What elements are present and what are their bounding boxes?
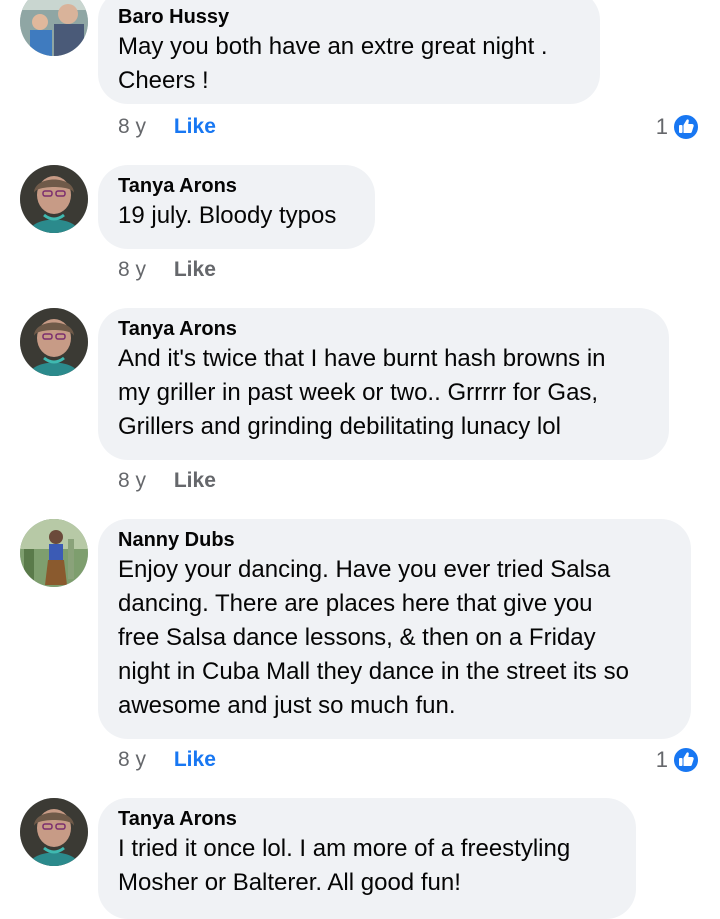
comment-author[interactable]: Baro Hussy xyxy=(118,4,580,30)
comment-time[interactable]: 8 y xyxy=(118,469,146,492)
avatar[interactable] xyxy=(20,308,88,376)
avatar[interactable] xyxy=(20,519,88,587)
person-photo-icon xyxy=(20,165,88,233)
thumbs-up-icon xyxy=(672,113,700,141)
avatar[interactable] xyxy=(20,0,88,56)
comment-meta: 8 y Like xyxy=(118,747,216,773)
person-photo-icon xyxy=(20,308,88,376)
comment-bubble: Tanya Arons 19 july. Bloody typos xyxy=(98,165,375,249)
comment-time[interactable]: 8 y xyxy=(118,748,146,771)
comment-bubble: Nanny Dubs Enjoy your dancing. Have you … xyxy=(98,519,691,739)
avatar[interactable] xyxy=(20,165,88,233)
like-button[interactable]: Like xyxy=(174,748,216,771)
comment-author[interactable]: Tanya Arons xyxy=(118,173,355,199)
comment-time[interactable]: 8 y xyxy=(118,258,146,281)
comment-bubble: Tanya Arons And it's twice that I have b… xyxy=(98,308,669,460)
comment-text: May you both have an extre great night .… xyxy=(118,33,548,94)
person-photo-icon xyxy=(20,519,88,587)
comment-meta: 8 y Like xyxy=(118,257,216,283)
reaction-summary[interactable]: 1 xyxy=(656,746,700,774)
comment-bubble: Tanya Arons I tried it once lol. I am mo… xyxy=(98,798,636,919)
avatar[interactable] xyxy=(20,798,88,866)
comment-text: 19 july. Bloody typos xyxy=(118,202,337,229)
comment-text: Enjoy your dancing. Have you ever tried … xyxy=(118,556,629,719)
comment-bubble: Baro Hussy May you both have an extre gr… xyxy=(98,0,600,104)
comment-author[interactable]: Tanya Arons xyxy=(118,806,616,832)
comment-time[interactable]: 8 y xyxy=(118,115,146,138)
reaction-count: 1 xyxy=(655,114,668,139)
comment-text: I tried it once lol. I am more of a free… xyxy=(118,835,571,896)
person-photo-icon xyxy=(20,798,88,866)
comment-text: And it's twice that I have burnt hash br… xyxy=(118,345,606,440)
reaction-count: 1 xyxy=(655,747,668,772)
comment-meta: 8 y Like xyxy=(118,114,216,140)
like-button[interactable]: Like xyxy=(174,258,216,281)
comment-author[interactable]: Tanya Arons xyxy=(118,316,649,342)
comment-author[interactable]: Nanny Dubs xyxy=(118,527,671,553)
person-photo-icon xyxy=(20,0,88,56)
comment-meta: 8 y Like xyxy=(118,468,216,494)
like-button[interactable]: Like xyxy=(174,469,216,492)
thumbs-up-icon xyxy=(672,746,700,774)
reaction-summary[interactable]: 1 xyxy=(656,113,700,141)
like-button[interactable]: Like xyxy=(174,115,216,138)
